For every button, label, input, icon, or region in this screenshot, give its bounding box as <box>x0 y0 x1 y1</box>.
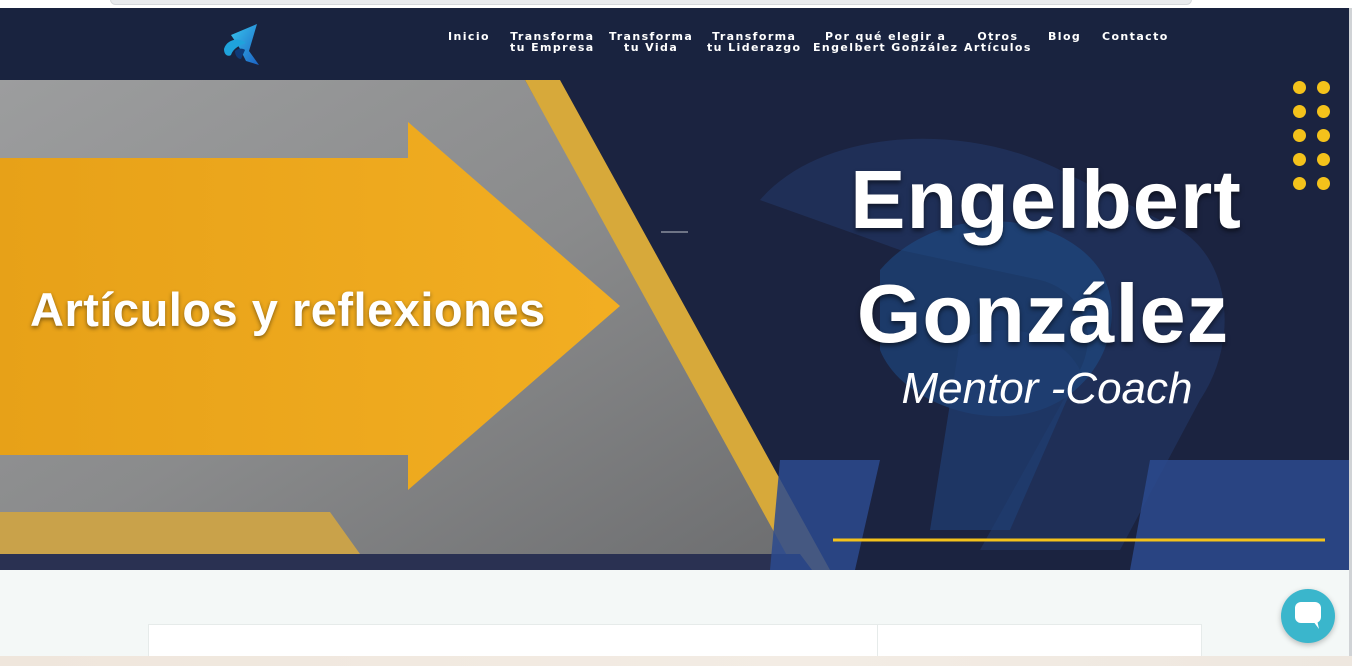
nav-label: Inicio <box>448 30 490 43</box>
hero-name-last: González <box>856 267 1230 360</box>
hero-name-first: Engelbert <box>850 153 1242 246</box>
hero-subtitle: Mentor -Coach <box>901 364 1193 413</box>
chat-bubble-icon <box>1295 602 1321 629</box>
site-header: Inicio Transforma tu Empresa Transforma … <box>0 8 1349 80</box>
dot <box>1317 177 1330 190</box>
nav-label: Contacto <box>1102 30 1169 43</box>
nav-item-contacto[interactable]: Contacto <box>1102 31 1169 42</box>
bottom-edge-strip <box>0 656 1352 666</box>
dot <box>1317 105 1330 118</box>
dot <box>1293 105 1306 118</box>
browser-address-bar[interactable] <box>110 0 1192 5</box>
hero-title: Artículos y reflexiones <box>30 283 546 336</box>
nav-item-por-que-elegir[interactable]: Por qué elegir a Engelbert González <box>813 31 958 53</box>
content-area <box>0 570 1349 666</box>
dot <box>1293 81 1306 94</box>
dot <box>1293 129 1306 142</box>
dot <box>1293 177 1306 190</box>
browser-top-strip <box>0 0 1352 8</box>
nav-item-otros-articulos[interactable]: Otros Artículos <box>964 31 1032 53</box>
nav-item-transforma-empresa[interactable]: Transforma tu Empresa <box>510 31 595 53</box>
nav-item-inicio[interactable]: Inicio <box>448 31 490 42</box>
nav-item-transforma-liderazgo[interactable]: Transforma tu Liderazgo <box>707 31 802 53</box>
main-navigation: Inicio Transforma tu Empresa Transforma … <box>0 31 1349 71</box>
nav-label: Engelbert González <box>813 41 959 54</box>
dot <box>1317 129 1330 142</box>
hero-banner: Artículos y reflexiones Engelbert Gonzál… <box>0 80 1349 570</box>
nav-label: Artículos <box>964 41 1032 54</box>
dot <box>1293 153 1306 166</box>
nav-label: tu Liderazgo <box>707 41 802 54</box>
nav-label: tu Empresa <box>510 41 595 54</box>
nav-label: tu Vida <box>624 41 679 54</box>
dot <box>1317 153 1330 166</box>
nav-item-transforma-vida[interactable]: Transforma tu Vida <box>609 31 693 53</box>
chat-button[interactable] <box>1281 589 1335 643</box>
dot <box>1317 81 1330 94</box>
nav-label: Blog <box>1048 30 1082 43</box>
nav-item-blog[interactable]: Blog <box>1048 31 1081 42</box>
